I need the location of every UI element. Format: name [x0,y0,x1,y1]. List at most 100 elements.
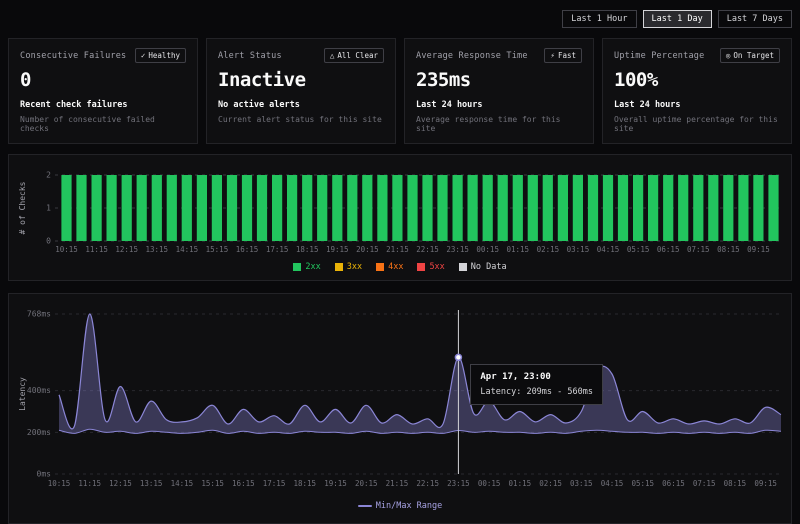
svg-text:12:15: 12:15 [115,245,138,254]
card-value: 0 [20,69,186,91]
all-clear-badge: △ All Clear [324,48,384,63]
legend-label: 4xx [388,262,403,272]
svg-text:22:15: 22:15 [416,245,439,254]
svg-text:01:15: 01:15 [509,479,532,488]
svg-text:18:15: 18:15 [293,479,316,488]
svg-text:0ms: 0ms [37,470,52,479]
svg-text:16:15: 16:15 [236,245,259,254]
svg-text:23:15: 23:15 [447,479,470,488]
svg-text:08:15: 08:15 [717,245,740,254]
svg-text:1: 1 [46,204,51,213]
status-legend: 2xx 3xx 4xx 5xx No Data [15,259,785,276]
legend-swatch-icon [459,263,467,271]
legend-label: 3xx [347,262,362,272]
on-target-badge: ◎ On Target [720,48,780,63]
svg-text:12:15: 12:15 [109,479,132,488]
card-average-response-time: Average Response Time ⚡ Fast 235ms Last … [404,38,594,144]
svg-text:21:15: 21:15 [386,245,409,254]
card-subtitle: Last 24 hours [614,100,780,110]
svg-text:0: 0 [46,237,51,246]
svg-text:400ms: 400ms [27,386,51,395]
svg-text:04:15: 04:15 [601,479,624,488]
svg-text:02:15: 02:15 [537,245,560,254]
target-icon: ◎ [726,52,731,60]
card-value: 100% [614,69,780,91]
badge-label: On Target [733,51,774,60]
card-label: Alert Status [218,51,282,61]
card-consecutive-failures: Consecutive Failures ✓ Healthy 0 Recent … [8,38,198,144]
card-description: Current alert status for this site [218,115,384,124]
latency-panel: 0ms200ms400ms768msLatency10:1511:1512:15… [8,293,792,524]
card-label: Uptime Percentage [614,51,704,61]
svg-text:10:15: 10:15 [55,245,78,254]
card-alert-status: Alert Status △ All Clear Inactive No act… [206,38,396,144]
svg-text:15:15: 15:15 [206,245,229,254]
card-description: Average response time for this site [416,115,582,133]
check-icon: ✓ [141,52,146,60]
status-checks-bar-chart[interactable]: 012# of Checks10:1511:1512:1513:1514:151… [15,163,785,255]
minmax-band [59,314,781,433]
svg-text:06:15: 06:15 [657,245,680,254]
svg-text:2: 2 [46,171,51,180]
range-button-last-1-day[interactable]: Last 1 Day [643,10,712,28]
svg-text:20:15: 20:15 [355,479,378,488]
legend-swatch-icon [293,263,301,271]
card-header: Alert Status △ All Clear [218,48,384,63]
svg-text:02:15: 02:15 [539,479,562,488]
svg-text:13:15: 13:15 [140,479,163,488]
card-description: Overall uptime percentage for this site [614,115,780,133]
card-subtitle: Last 24 hours [416,100,582,110]
card-header: Uptime Percentage ◎ On Target [614,48,780,63]
svg-text:03:15: 03:15 [570,479,593,488]
svg-text:17:15: 17:15 [266,245,289,254]
legend-label: 5xx [429,262,444,272]
svg-text:00:15: 00:15 [478,479,501,488]
svg-text:09:15: 09:15 [754,479,777,488]
svg-text:08:15: 08:15 [724,479,747,488]
legend-minmax-range: Min/Max Range [358,501,443,511]
bar-y-axis-label: # of Checks [18,182,27,235]
svg-text:15:15: 15:15 [201,479,224,488]
card-subtitle: No active alerts [218,100,384,110]
alert-triangle-icon: △ [330,52,335,60]
legend-line-icon [358,505,372,507]
badge-label: Fast [558,51,576,60]
svg-text:05:15: 05:15 [631,479,654,488]
svg-text:11:15: 11:15 [78,479,101,488]
svg-text:200ms: 200ms [27,428,51,437]
range-button-last-1-hour[interactable]: Last 1 Hour [562,10,636,28]
latency-area-chart[interactable]: 0ms200ms400ms768msLatency10:1511:1512:15… [15,302,785,494]
legend-2xx: 2xx [293,262,320,272]
card-label: Consecutive Failures [20,51,126,61]
legend-swatch-icon [417,263,425,271]
svg-text:22:15: 22:15 [416,479,439,488]
svg-text:19:15: 19:15 [324,479,347,488]
latency-chart-area: 0ms200ms400ms768msLatency10:1511:1512:15… [15,302,785,498]
range-button-last-7-days[interactable]: Last 7 Days [718,10,792,28]
status-checks-chart-area: 012# of Checks10:1511:1512:1513:1514:151… [15,163,785,259]
badge-label: All Clear [337,51,378,60]
card-value: Inactive [218,69,384,91]
legend-label: Min/Max Range [376,501,443,511]
card-uptime-percentage: Uptime Percentage ◎ On Target 100% Last … [602,38,792,144]
card-value: 235ms [416,69,582,91]
svg-text:05:15: 05:15 [627,245,650,254]
svg-text:17:15: 17:15 [263,479,286,488]
legend-swatch-icon [335,263,343,271]
svg-text:14:15: 14:15 [176,245,199,254]
bar-x-axis-labels: 10:1511:1512:1513:1514:1515:1516:1517:15… [55,245,769,254]
svg-text:09:15: 09:15 [747,245,770,254]
svg-text:18:15: 18:15 [296,245,319,254]
svg-text:01:15: 01:15 [506,245,529,254]
card-header: Consecutive Failures ✓ Healthy [20,48,186,63]
svg-text:21:15: 21:15 [386,479,409,488]
svg-text:07:15: 07:15 [693,479,716,488]
svg-text:16:15: 16:15 [232,479,255,488]
svg-text:04:15: 04:15 [597,245,620,254]
legend-swatch-icon [376,263,384,271]
svg-text:23:15: 23:15 [446,245,469,254]
legend-4xx: 4xx [376,262,403,272]
card-label: Average Response Time [416,51,528,61]
legend-no-data: No Data [459,262,507,272]
svg-text:00:15: 00:15 [476,245,499,254]
